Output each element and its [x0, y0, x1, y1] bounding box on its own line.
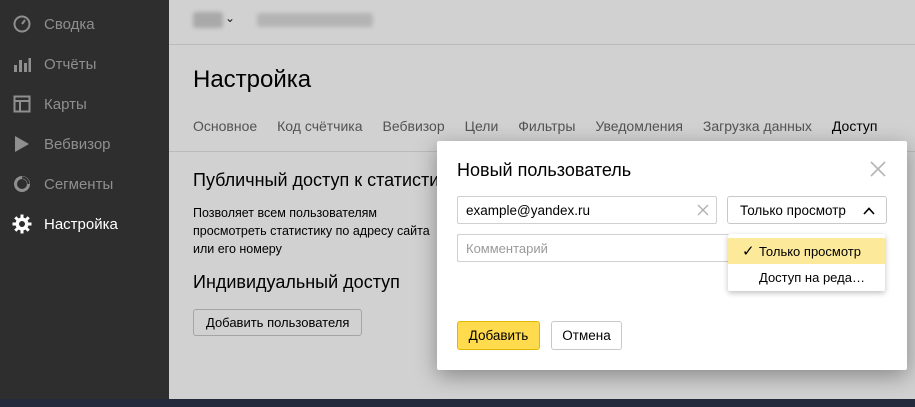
sidebar-item-label: Вебвизор [44, 135, 111, 153]
sidebar-item-webvisor[interactable]: Вебвизор [0, 124, 169, 164]
comment-field[interactable]: Комментарий [457, 234, 747, 262]
bottom-strip [0, 399, 915, 407]
email-value: example@yandex.ru [466, 202, 591, 218]
sidebar-item-label: Сегменты [44, 175, 114, 193]
sidebar-item-reports[interactable]: Отчёты [0, 44, 169, 84]
sidebar-item-summary[interactable]: Сводка [0, 4, 169, 44]
option-edit-access[interactable]: Доступ на реда… [728, 264, 885, 290]
cancel-button[interactable]: Отмена [551, 321, 622, 350]
access-level-select[interactable]: Только просмотр [727, 196, 887, 224]
option-label: Доступ на реда… [759, 269, 865, 285]
sidebar-item-maps[interactable]: Карты [0, 84, 169, 124]
reports-icon [12, 54, 32, 74]
segments-icon [12, 174, 32, 194]
check-icon: ✓ [742, 243, 755, 260]
add-button[interactable]: Добавить [457, 321, 540, 350]
new-user-dialog: Новый пользователь example@yandex.ru Ком… [437, 141, 907, 370]
option-label: Только просмотр [759, 243, 861, 259]
sidebar-item-label: Карты [44, 95, 87, 113]
sidebar: Сводка Отчёты Карты Вебвизор Сегменты На… [0, 0, 169, 399]
clear-input-icon[interactable] [695, 202, 711, 218]
access-level-dropdown: ✓ Только просмотр Доступ на реда… [728, 234, 885, 291]
close-icon[interactable] [869, 160, 887, 178]
dashboard-icon [12, 14, 32, 34]
option-view-only[interactable]: ✓ Только просмотр [728, 238, 885, 264]
dialog-title: Новый пользователь [457, 160, 632, 180]
sidebar-item-settings[interactable]: Настройка [0, 204, 169, 244]
maps-icon [12, 94, 32, 114]
sidebar-item-label: Настройка [44, 215, 118, 233]
play-icon [12, 134, 32, 154]
email-field[interactable]: example@yandex.ru [457, 196, 717, 224]
sidebar-item-segments[interactable]: Сегменты [0, 164, 169, 204]
gear-icon [12, 214, 32, 234]
access-level-value: Только просмотр [740, 202, 846, 218]
comment-placeholder: Комментарий [466, 240, 548, 256]
chevron-up-icon [863, 207, 875, 215]
sidebar-item-label: Отчёты [44, 55, 97, 73]
sidebar-item-label: Сводка [44, 15, 95, 33]
